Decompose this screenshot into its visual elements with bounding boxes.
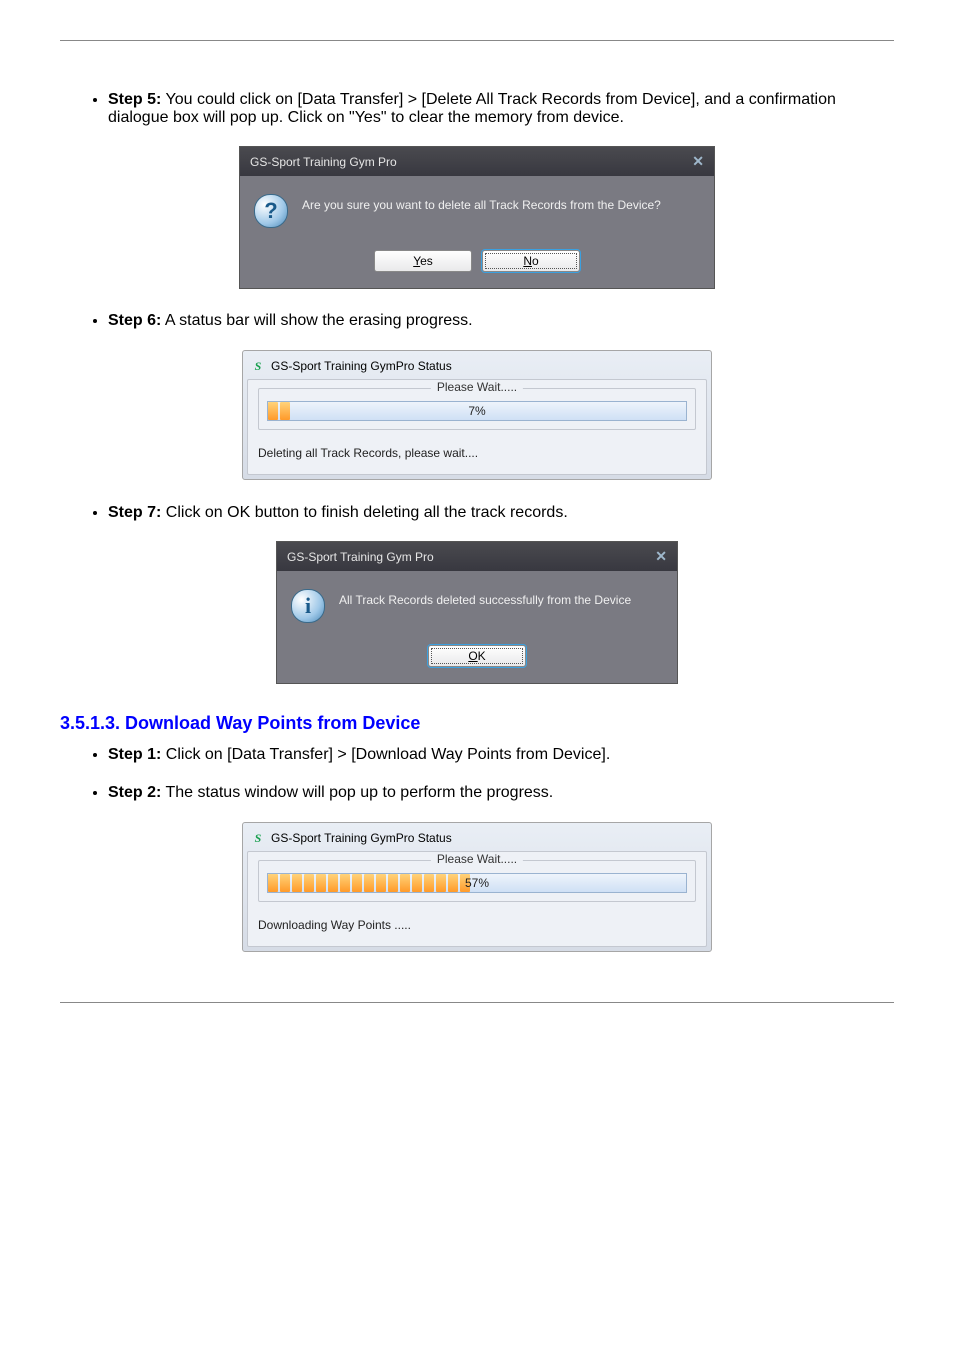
progress-fill	[268, 402, 292, 420]
progress-bar: 7%	[267, 401, 687, 421]
close-icon[interactable]: ✕	[692, 153, 704, 170]
dialog-title: GS-Sport Training Gym Pro	[287, 550, 434, 564]
step-6-item: Step 6: A status bar will show the erasi…	[108, 312, 894, 330]
dialog-titlebar: GS-Sport Training Gym Pro ✕	[240, 147, 714, 176]
step-label: Step 7:	[108, 504, 161, 521]
progress-fill	[268, 874, 472, 892]
step-text: You could click on [Data Transfer] > [De…	[108, 91, 836, 126]
step-text: The status window will pop up to perform…	[166, 784, 554, 801]
dialog-message: Are you sure you want to delete all Trac…	[302, 194, 661, 212]
step-label: Step 6:	[108, 312, 161, 329]
fieldset-legend: Please Wait.....	[431, 852, 523, 866]
step-label: Step 1:	[108, 746, 161, 763]
dialog-title: GS-Sport Training Gym Pro	[250, 155, 397, 169]
ok-button[interactable]: OK	[428, 645, 526, 667]
progress-status: Deleting all Track Records, please wait.…	[258, 442, 696, 460]
fieldset-legend: Please Wait.....	[431, 380, 523, 394]
confirm-delete-dialog: GS-Sport Training Gym Pro ✕ ? Are you su…	[240, 147, 714, 288]
step-5-item: Step 5: You could click on [Data Transfe…	[108, 91, 894, 127]
success-dialog: GS-Sport Training Gym Pro ✕ i All Track …	[277, 542, 677, 683]
progress-percent: 57%	[465, 876, 489, 890]
progress-percent: 7%	[468, 404, 485, 418]
progress-status: Downloading Way Points .....	[258, 914, 696, 932]
section-heading: 3.5.1.3. Download Way Points from Device	[60, 713, 894, 734]
question-icon: ?	[254, 194, 288, 228]
dialog-titlebar: S GS-Sport Training GymPro Status	[247, 355, 707, 379]
step-label: Step 2:	[108, 784, 161, 801]
step-text: A status bar will show the erasing progr…	[165, 312, 473, 329]
dialog-title: GS-Sport Training GymPro Status	[271, 831, 452, 845]
step-text: Click on [Data Transfer] > [Download Way…	[166, 746, 610, 763]
dialog-message: All Track Records deleted successfully f…	[339, 589, 631, 607]
wp-step-2-item: Step 2: The status window will pop up to…	[108, 784, 894, 802]
step-text: Click on OK button to finish deleting al…	[166, 504, 568, 521]
yes-button[interactable]: Yes	[374, 250, 472, 272]
download-waypoints-dialog: S GS-Sport Training GymPro Status Please…	[242, 822, 712, 952]
dialog-title: GS-Sport Training GymPro Status	[271, 359, 452, 373]
dialog-titlebar: S GS-Sport Training GymPro Status	[247, 827, 707, 851]
info-icon: i	[291, 589, 325, 623]
close-icon[interactable]: ✕	[655, 548, 667, 565]
wp-step-1-item: Step 1: Click on [Data Transfer] > [Down…	[108, 746, 894, 764]
no-button[interactable]: No	[482, 250, 580, 272]
app-icon: S	[251, 359, 265, 373]
step-7-item: Step 7: Click on OK button to finish del…	[108, 504, 894, 522]
delete-progress-dialog: S GS-Sport Training GymPro Status Please…	[242, 350, 712, 480]
step-label: Step 5:	[108, 91, 161, 108]
progress-bar: 57%	[267, 873, 687, 893]
app-icon: S	[251, 831, 265, 845]
dialog-titlebar: GS-Sport Training Gym Pro ✕	[277, 542, 677, 571]
